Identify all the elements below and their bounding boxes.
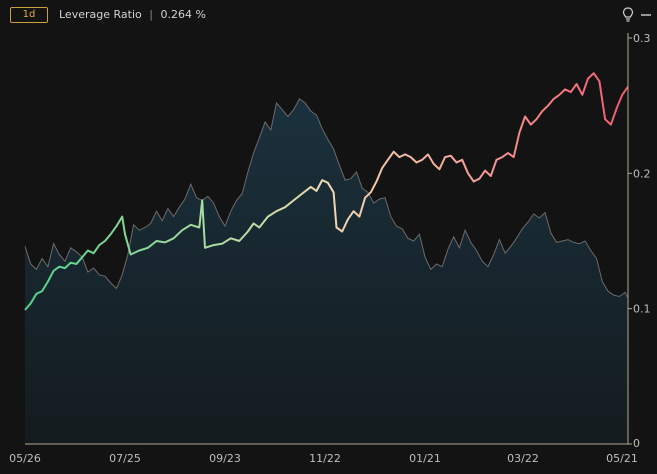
x-tick-label: 11/22 bbox=[309, 452, 341, 465]
y-tick-label: 0.1 bbox=[633, 303, 651, 316]
x-tick-label: 07/25 bbox=[109, 452, 141, 465]
x-tick-label: 05/26 bbox=[9, 452, 41, 465]
chart-canvas: 05/26 07/25 09/23 11/22 01/21 03/22 05/21 0 0.1… bbox=[9, 32, 651, 465]
y-tick-label: 0 bbox=[633, 437, 640, 450]
x-tick-label: 03/22 bbox=[507, 452, 539, 465]
y-tick-label: 0.2 bbox=[633, 167, 651, 180]
x-tick-label: 05/21 bbox=[606, 452, 638, 465]
y-tick-label: 0.3 bbox=[633, 32, 651, 45]
price-area bbox=[25, 98, 628, 445]
x-tick-label: 09/23 bbox=[209, 452, 241, 465]
x-tick-label: 01/21 bbox=[409, 452, 441, 465]
